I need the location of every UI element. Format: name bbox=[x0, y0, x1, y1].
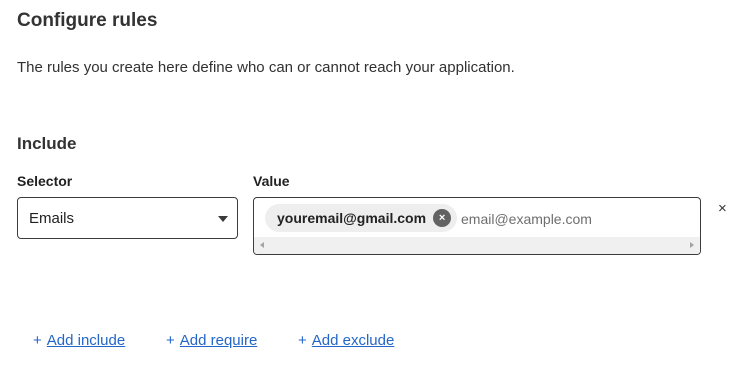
selector-label: Selector bbox=[17, 173, 73, 189]
selector-selected-value: Emails bbox=[29, 210, 75, 227]
email-chip: youremail@gmail.com × bbox=[265, 204, 458, 232]
value-label: Value bbox=[253, 173, 290, 189]
add-include-link[interactable]: + Add include bbox=[33, 332, 125, 349]
plus-icon: + bbox=[33, 332, 42, 349]
page-description: The rules you create here define who can… bbox=[17, 59, 515, 76]
chevron-down-icon bbox=[218, 216, 228, 222]
horizontal-scrollbar[interactable] bbox=[254, 237, 700, 254]
add-require-link[interactable]: + Add require bbox=[166, 332, 257, 349]
plus-icon: + bbox=[166, 332, 175, 349]
plus-icon: + bbox=[298, 332, 307, 349]
add-require-label: Add require bbox=[179, 332, 258, 349]
page-title: Configure rules bbox=[17, 10, 158, 31]
value-field[interactable]: youremail@gmail.com × bbox=[253, 197, 701, 255]
selector-dropdown[interactable]: Emails bbox=[17, 197, 238, 239]
close-icon[interactable]: × bbox=[718, 200, 727, 217]
close-circle-icon[interactable]: × bbox=[433, 209, 452, 227]
email-input[interactable] bbox=[459, 206, 663, 232]
scroll-left-icon[interactable] bbox=[260, 242, 264, 248]
add-exclude-link[interactable]: + Add exclude bbox=[298, 332, 394, 349]
add-include-label: Add include bbox=[46, 332, 126, 349]
include-heading: Include bbox=[17, 134, 77, 153]
scroll-right-icon[interactable] bbox=[690, 242, 694, 248]
email-chip-label: youremail@gmail.com bbox=[277, 210, 427, 226]
add-exclude-label: Add exclude bbox=[311, 332, 395, 349]
